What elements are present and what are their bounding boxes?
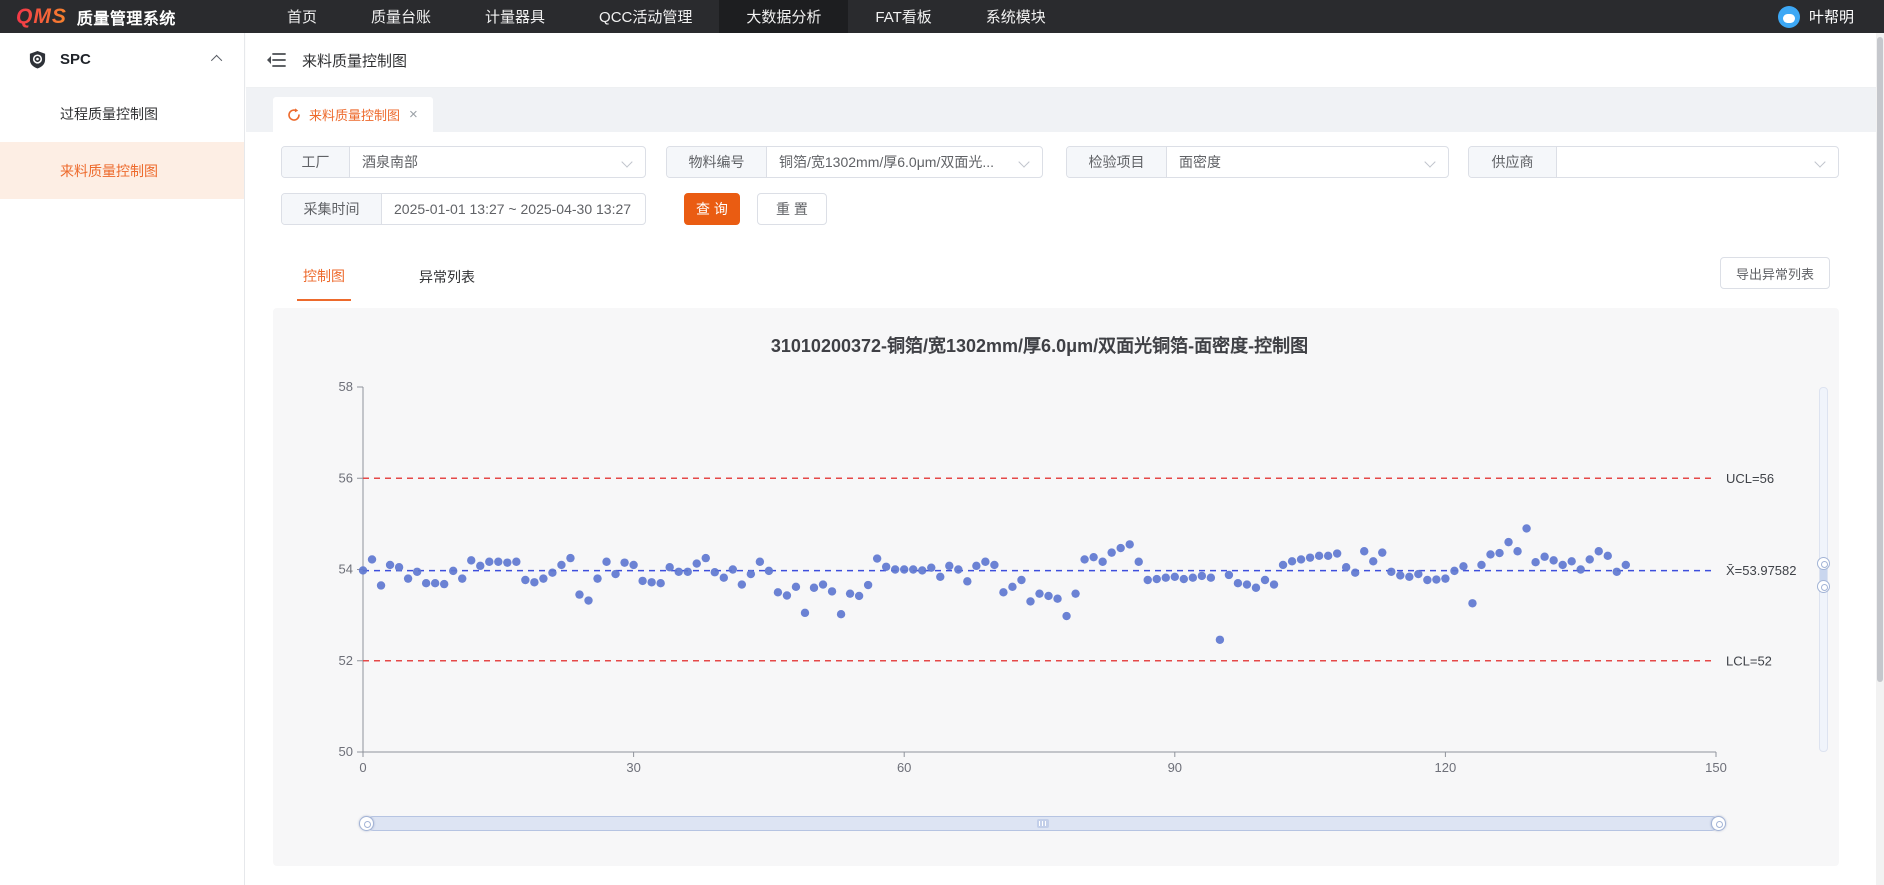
qms-logo: QMS: [16, 5, 67, 29]
nav-item-qcc-management[interactable]: QCC活动管理: [572, 0, 719, 33]
datazoom-left-handle[interactable]: [359, 816, 374, 831]
chevron-down-icon: [1018, 156, 1029, 167]
nav-item-measuring-instruments[interactable]: 计量器具: [458, 0, 572, 33]
search-button[interactable]: 查 询: [684, 193, 740, 225]
page-title: 来料质量控制图: [302, 50, 407, 71]
app-root: QMS 质量管理系统 首页 质量台账 计量器具 QCC活动管理 大数据分析 FA…: [0, 0, 1884, 885]
material-code-label: 物料编号: [667, 147, 767, 177]
svg-text:90: 90: [1168, 760, 1182, 775]
svg-text:50: 50: [339, 744, 353, 759]
close-icon[interactable]: ×: [408, 107, 419, 122]
datazoom-top-handle[interactable]: [1817, 557, 1830, 570]
control-chart-card: 31010200372-铜箔/宽1302mm/厚6.0μm/双面光铜箔-面密度-…: [273, 308, 1839, 866]
scrollbar-thumb[interactable]: [1877, 37, 1883, 682]
page-scrollbar[interactable]: [1876, 33, 1884, 885]
inspection-item-label: 检验项目: [1067, 147, 1167, 177]
reset-button[interactable]: 重 置: [757, 193, 827, 225]
svg-text:60: 60: [897, 760, 911, 775]
user-name: 叶帮明: [1809, 6, 1854, 27]
svg-text:0: 0: [359, 760, 366, 775]
nav-item-fat-board[interactable]: FAT看板: [848, 0, 958, 33]
svg-text:56: 56: [339, 470, 353, 485]
brand: QMS 质量管理系统: [0, 5, 240, 29]
main-nav: 首页 质量台账 计量器具 QCC活动管理 大数据分析 FAT看板 系统模块: [260, 0, 1073, 33]
nav-item-system-module[interactable]: 系统模块: [959, 0, 1073, 33]
factory-value: 酒泉南部: [350, 147, 619, 177]
factory-label: 工厂: [282, 147, 350, 177]
sidebar-item-incoming-quality-chart[interactable]: 来料质量控制图: [0, 142, 244, 199]
sidebar-item-process-quality-chart[interactable]: 过程质量控制图: [0, 85, 244, 142]
chevron-down-icon: [621, 156, 632, 167]
svg-text:120: 120: [1435, 760, 1457, 775]
inspection-item-value: 面密度: [1167, 147, 1422, 177]
tab-control-chart[interactable]: 控制图: [297, 258, 351, 301]
datazoom-bottom-handle[interactable]: [1817, 580, 1830, 593]
page-header: 来料质量控制图: [246, 33, 1876, 88]
sidebar: SPC 过程质量控制图 来料质量控制图: [0, 33, 245, 885]
datazoom-grip-icon[interactable]: [1037, 819, 1049, 828]
filter-panel: 工厂 酒泉南部 物料编号 铜箔/宽1302mm/厚6.0μm/双面光... 检验…: [246, 132, 1876, 250]
sidebar-group-spc[interactable]: SPC: [0, 33, 244, 85]
chart-datazoom-vertical[interactable]: [1819, 387, 1828, 752]
user-avatar-icon: [1778, 6, 1800, 28]
main-content: 来料质量控制图 来料质量控制图 × 工厂 酒泉南部 物料: [246, 33, 1876, 885]
top-navbar: QMS 质量管理系统 首页 质量台账 计量器具 QCC活动管理 大数据分析 FA…: [0, 0, 1884, 33]
filter-row-1: 工厂 酒泉南部 物料编号 铜箔/宽1302mm/厚6.0μm/双面光... 检验…: [281, 146, 1876, 178]
material-code-select[interactable]: 物料编号 铜箔/宽1302mm/厚6.0μm/双面光...: [666, 146, 1043, 178]
sidebar-group-label: SPC: [60, 51, 214, 68]
material-code-value: 铜箔/宽1302mm/厚6.0μm/双面光...: [767, 147, 1016, 177]
svg-text:52: 52: [339, 653, 353, 668]
supplier-value: [1557, 147, 1812, 177]
control-chart-canvas: 50 52 54 56 58 0 30 60 90 120 150 UCL=56 X̄=53.97582…: [273, 308, 1839, 866]
user-area[interactable]: 叶帮明: [1778, 6, 1884, 28]
tab-label: 来料质量控制图: [309, 105, 400, 124]
svg-text:54: 54: [339, 562, 353, 577]
collect-time-label: 采集时间: [282, 194, 382, 224]
svg-text:150: 150: [1705, 760, 1727, 775]
content-tabs: 控制图 异常列表 导出异常列表: [246, 250, 1876, 308]
supplier-select[interactable]: 供应商: [1468, 146, 1839, 178]
factory-select[interactable]: 工厂 酒泉南部: [281, 146, 646, 178]
filter-row-2: 采集时间 2025-01-01 13:27 ~ 2025-04-30 13:27…: [281, 193, 1876, 225]
svg-text:LCL=52: LCL=52: [1726, 653, 1772, 668]
tab-exception-list[interactable]: 异常列表: [413, 259, 481, 300]
chevron-down-icon: [1424, 156, 1435, 167]
supplier-label: 供应商: [1469, 147, 1557, 177]
shield-icon: [28, 50, 47, 69]
collect-time-value: 2025-01-01 13:27 ~ 2025-04-30 13:27: [382, 194, 645, 224]
chart-datazoom-horizontal[interactable]: [366, 816, 1719, 831]
export-exception-list-button[interactable]: 导出异常列表: [1720, 257, 1830, 289]
open-tab-incoming-quality-chart[interactable]: 来料质量控制图 ×: [273, 97, 433, 132]
nav-item-big-data-analysis[interactable]: 大数据分析: [719, 0, 848, 33]
svg-text:UCL=56: UCL=56: [1726, 471, 1774, 486]
svg-text:30: 30: [626, 760, 640, 775]
inspection-item-select[interactable]: 检验项目 面密度: [1066, 146, 1449, 178]
app-title: 质量管理系统: [77, 5, 176, 29]
nav-item-quality-ledger[interactable]: 质量台账: [344, 0, 458, 33]
tab-strip: 来料质量控制图 ×: [246, 88, 1876, 132]
svg-text:58: 58: [339, 379, 353, 394]
nav-item-home[interactable]: 首页: [260, 0, 344, 33]
chevron-down-icon: [1814, 156, 1825, 167]
collapse-sidebar-icon[interactable]: [266, 51, 286, 69]
collect-time-range-input[interactable]: 采集时间 2025-01-01 13:27 ~ 2025-04-30 13:27: [281, 193, 646, 225]
svg-text:X̄=53.97582: X̄=53.97582: [1726, 563, 1796, 578]
refresh-icon[interactable]: [287, 108, 301, 122]
datazoom-right-handle[interactable]: [1711, 816, 1726, 831]
